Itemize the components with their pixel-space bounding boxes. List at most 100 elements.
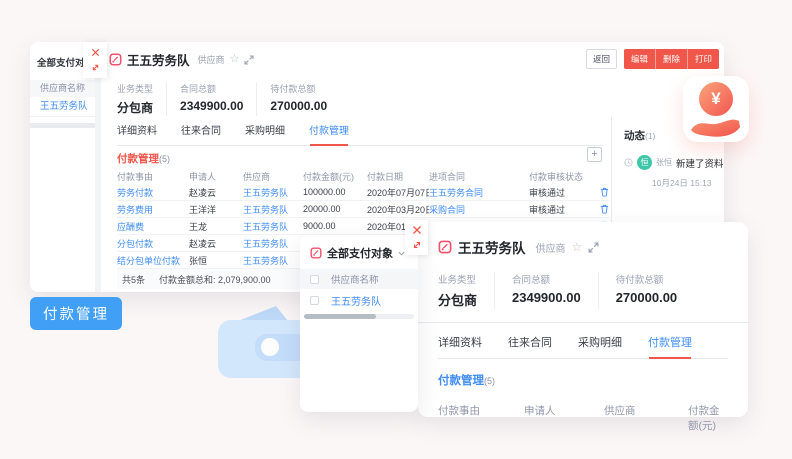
row-count: 共5条	[122, 273, 145, 286]
expand-icon[interactable]	[588, 242, 599, 253]
amount: 20000.00	[303, 204, 367, 214]
payees-panel-title-label: 全部支付对象	[327, 245, 393, 261]
contract-link[interactable]: 王五劳务合同	[429, 186, 529, 199]
chevron-down-icon[interactable]	[398, 251, 405, 256]
record-title: 王五劳务队	[127, 50, 190, 69]
back-button[interactable]: 返回	[586, 49, 617, 69]
col-header-status: 付款审核状态	[529, 170, 589, 183]
amount: 100000.00	[303, 187, 367, 197]
payment-reason-link[interactable]: 劳务付款	[117, 186, 189, 199]
payees-panel-title[interactable]: 全部支付对象	[300, 235, 418, 269]
close-icon[interactable]	[91, 48, 100, 57]
clock-icon	[624, 158, 633, 167]
stat-label: 待付款总额	[616, 272, 677, 286]
resize-diagonal-icon[interactable]	[91, 63, 100, 72]
col-header-amount: 付款金额(元)	[688, 403, 728, 433]
list-header-row: 供应商名称	[300, 269, 418, 289]
col-header-contract: 进项合同	[429, 170, 529, 183]
supplier-name-column-header: 供应商名称	[30, 80, 95, 97]
stat-label: 业务类型	[438, 272, 477, 286]
col-header-supplier: 供应商	[243, 170, 303, 183]
stat-label: 业务类型	[117, 82, 153, 95]
supplier-link[interactable]: 王五劳务队	[243, 186, 303, 199]
contract-link[interactable]: 采购合同	[429, 203, 529, 216]
panel-gap	[95, 42, 101, 292]
tab-details[interactable]: 详细资料	[438, 334, 482, 350]
delete-button[interactable]: 删除	[655, 49, 687, 69]
stat-value: 270000.00	[616, 290, 677, 305]
col-header-supplier: 供应商	[604, 403, 688, 433]
status: 审核通过	[529, 186, 589, 199]
delete-row-icon[interactable]	[589, 204, 609, 214]
section-title: 付款管理(5)	[117, 151, 170, 166]
supplier-name-column-header: 供应商名称	[331, 272, 379, 286]
close-icon[interactable]	[412, 225, 422, 235]
record-title: 王五劳务队	[458, 237, 526, 257]
section-title-label: 付款管理	[117, 153, 159, 165]
yuan-icon: ¥	[699, 82, 733, 116]
date: 2020年07月07日	[367, 186, 429, 199]
col-header-applicant: 申请人	[189, 170, 243, 183]
section-count: (5)	[159, 154, 170, 164]
clipboard-icon	[310, 247, 322, 259]
expand-icon[interactable]	[244, 55, 254, 65]
tab-payment-management[interactable]: 付款管理	[648, 334, 692, 350]
edit-button[interactable]: 编辑	[624, 49, 655, 69]
resize-diagonal-icon[interactable]	[412, 240, 422, 250]
stat-business-type: 业务类型 分包商	[117, 82, 167, 116]
supplier-link[interactable]: 王五劳务队	[243, 254, 303, 267]
payment-reason-link[interactable]: 劳务费用	[117, 203, 189, 216]
stat-label: 待付款总额	[270, 82, 327, 95]
payment-reason-link[interactable]: 结分包单位付款	[117, 254, 189, 267]
stat-value: 2349900.00	[512, 290, 581, 305]
panel-divider	[30, 123, 95, 128]
summary-stats: 业务类型 分包商 合同总额 2349900.00 待付款总额 270000.00	[438, 272, 748, 309]
record-header: 王五劳务队 供应商 ☆	[438, 237, 748, 257]
col-header-date: 付款日期	[367, 170, 429, 183]
record-actions: 返回 编辑 删除 打印	[586, 49, 719, 69]
record-tabs: 详细资料 往来合同 采购明细 付款管理	[117, 122, 603, 146]
section-title: 付款管理(5)	[438, 372, 748, 388]
print-button[interactable]: 打印	[687, 49, 719, 69]
supplier-list-item[interactable]: 王五劳务队	[300, 289, 418, 311]
payment-reason-link[interactable]: 应酬费	[117, 220, 189, 233]
delete-row-icon[interactable]	[589, 187, 609, 197]
tab-payment-management[interactable]: 付款管理	[309, 122, 349, 137]
row-checkbox[interactable]	[310, 296, 319, 305]
star-icon[interactable]: ☆	[572, 241, 583, 253]
stat-value: 分包商	[117, 99, 153, 116]
supplier-link[interactable]: 王五劳务队	[331, 293, 381, 308]
summary-stats: 业务类型 分包商 合同总额 2349900.00 待付款总额 270000.00	[117, 82, 353, 116]
tab-purchase-detail[interactable]: 采购明细	[578, 334, 622, 350]
overlay-panel-controls	[405, 220, 428, 255]
stat-label: 合同总额	[180, 82, 243, 95]
table-row: 劳务付款 赵凌云 王五劳务队 100000.00 2020年07月07日 王五劳…	[117, 184, 609, 201]
star-icon[interactable]: ☆	[230, 54, 240, 65]
supplier-list-item[interactable]: 王五劳务队	[30, 97, 95, 117]
scrollbar-thumb[interactable]	[304, 314, 376, 319]
payees-list-panel: 全部支付对象 供应商名称 王五劳务队	[30, 42, 95, 292]
table-header-row: 付款事由 申请人 供应商 付款金额(元) 付款日期 进项合同 付款审核状态	[117, 169, 609, 184]
overlay-detail-window: 王五劳务队 供应商 ☆ 业务类型 分包商 合同总额 2349900.00 待付款…	[418, 222, 748, 417]
tab-contracts[interactable]: 往来合同	[181, 122, 221, 137]
record-tabs: 详细资料 往来合同 采购明细 付款管理	[438, 334, 728, 359]
tab-contracts[interactable]: 往来合同	[508, 334, 552, 350]
record-header: 王五劳务队 供应商 ☆	[109, 50, 254, 69]
hand-icon	[690, 115, 742, 137]
horizontal-scrollbar[interactable]	[304, 314, 414, 319]
stat-business-type: 业务类型 分包商	[438, 272, 495, 309]
payment-reason-link[interactable]: 分包付款	[117, 237, 189, 250]
tab-details[interactable]: 详细资料	[117, 122, 157, 137]
supplier-link[interactable]: 王五劳务队	[243, 220, 303, 233]
amount-sum: 付款金额总和: 2,079,900.00	[159, 273, 271, 286]
panel-controls	[83, 42, 107, 78]
supplier-link[interactable]: 王五劳务队	[243, 203, 303, 216]
col-header-applicant: 申请人	[524, 403, 604, 433]
select-all-checkbox[interactable]	[310, 275, 319, 284]
supplier-link[interactable]: 王五劳务队	[243, 237, 303, 250]
applicant: 张恒	[189, 254, 243, 267]
activity-user: 张恒	[656, 157, 672, 168]
tab-purchase-detail[interactable]: 采购明细	[245, 122, 285, 137]
add-payment-button[interactable]: +	[587, 147, 602, 162]
stat-value: 270000.00	[270, 99, 327, 113]
